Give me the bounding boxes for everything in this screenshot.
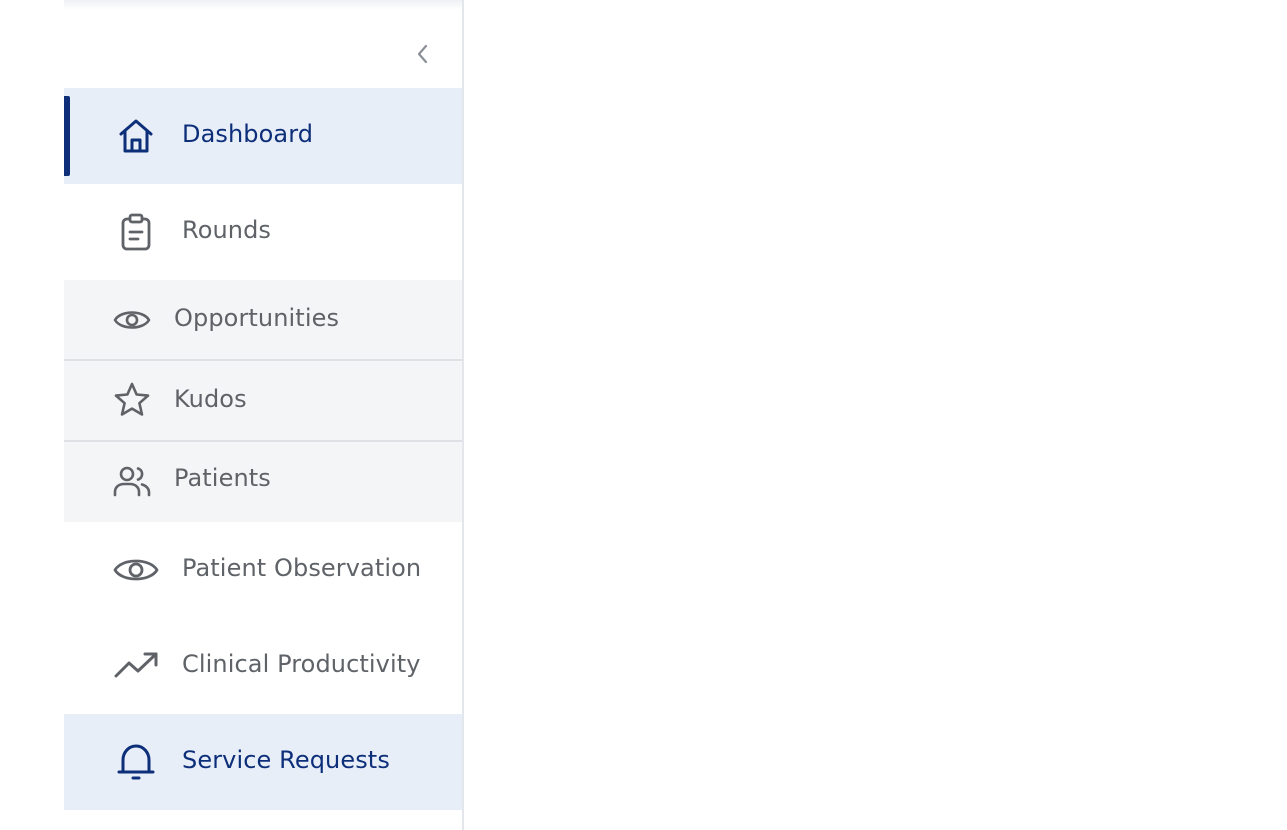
sidebar-item-label: Clinical Productivity — [182, 650, 421, 678]
sidebar-item-label: Patients — [174, 464, 271, 492]
sidebar-item-label: Service Requests — [182, 746, 390, 774]
clipboard-icon — [116, 212, 156, 252]
collapse-sidebar-button[interactable] — [408, 40, 436, 72]
sidebar-item-label: Kudos — [174, 385, 247, 413]
sidebar-item-opportunities[interactable]: Opportunities — [64, 280, 462, 360]
sidebar-item-service-requests[interactable]: Service Requests — [64, 714, 462, 810]
main-content — [464, 0, 1287, 830]
sidebar-item-label: Patient Observation — [182, 554, 422, 582]
bell-icon — [114, 740, 158, 784]
sidebar-item-patient-observation[interactable]: Patient Observation — [64, 522, 462, 618]
sidebar-item-label: Opportunities — [174, 304, 340, 332]
eye-icon — [112, 302, 152, 338]
active-indicator — [64, 96, 70, 176]
sidebar-item-label: Dashboard — [182, 120, 314, 148]
sidebar-item-dashboard[interactable]: Dashboard — [64, 88, 462, 184]
app-page: Dashboard Rounds Opportunities Kudos Pat… — [0, 0, 1287, 830]
eye-icon — [112, 550, 160, 590]
sidebar-nav: Dashboard Rounds Opportunities Kudos Pat… — [64, 0, 464, 830]
star-icon — [112, 381, 152, 419]
users-icon — [112, 462, 152, 500]
header-shadow — [64, 0, 462, 10]
sidebar-item-label: Rounds — [182, 216, 272, 244]
chevron-left-icon — [415, 43, 429, 69]
sidebar-item-patients[interactable]: Patients — [64, 442, 462, 522]
sidebar-item-kudos[interactable]: Kudos — [64, 361, 462, 440]
sidebar-item-clinical-productivity[interactable]: Clinical Productivity — [64, 618, 462, 714]
sidebar-item-rounds[interactable]: Rounds — [64, 184, 462, 280]
trending-up-icon — [112, 646, 160, 686]
home-icon — [116, 116, 156, 156]
